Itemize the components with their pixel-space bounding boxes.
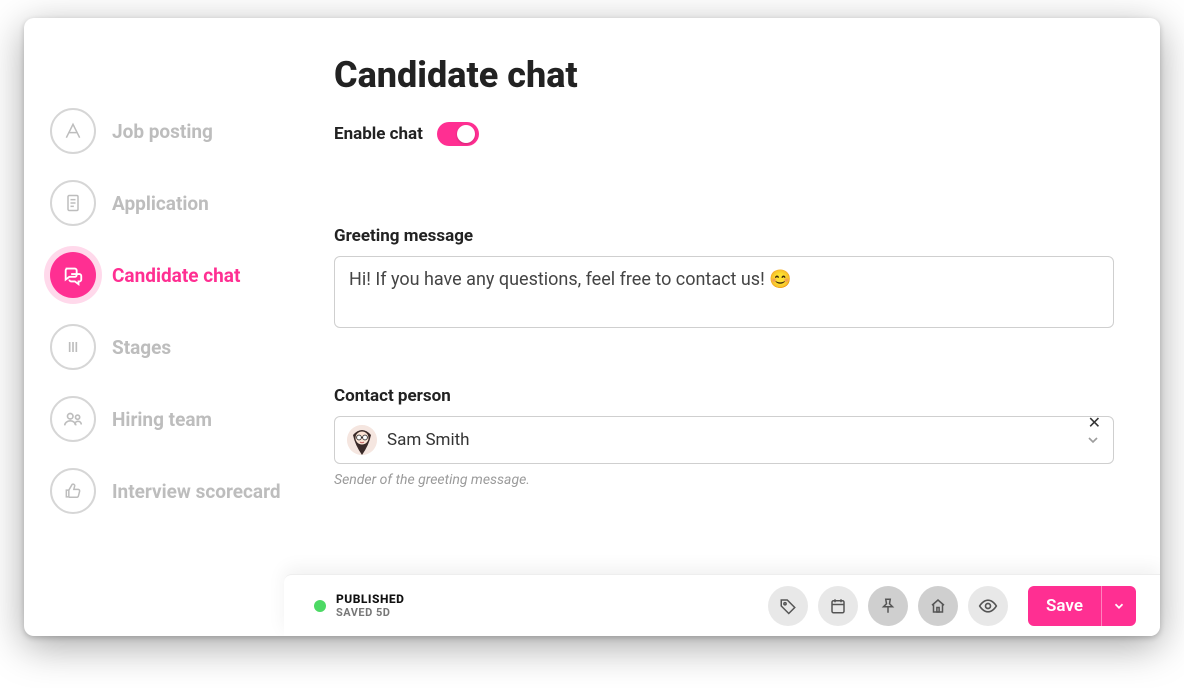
save-button-group: Save: [1028, 586, 1136, 626]
tag-icon: [779, 597, 797, 615]
columns-icon: [50, 324, 96, 370]
saved-label: SAVED 5D: [336, 606, 404, 619]
chevron-down-icon: [1112, 599, 1126, 613]
eye-icon: [978, 596, 998, 616]
pin-icon: [879, 597, 897, 615]
contact-person-name: Sam Smith: [387, 430, 470, 450]
sidebar-item-application[interactable]: Application: [50, 180, 324, 226]
save-dropdown-button[interactable]: [1101, 586, 1136, 626]
greeting-message-input[interactable]: Hi! If you have any questions, feel free…: [334, 256, 1114, 328]
house-button[interactable]: [918, 586, 958, 626]
sidebar-item-label: Job posting: [112, 120, 213, 143]
contact-clear-icon[interactable]: ✕: [1088, 415, 1101, 431]
contact-person-label: Contact person: [334, 386, 1114, 406]
greeting-message-label: Greeting message: [334, 226, 1114, 246]
sidebar-item-label: Candidate chat: [112, 264, 240, 287]
sidebar-item-label: Stages: [112, 336, 171, 359]
enable-chat-label: Enable chat: [334, 124, 423, 144]
footer-bar: PUBLISHED SAVED 5D: [284, 574, 1160, 636]
thumbs-up-icon: [50, 468, 96, 514]
house-icon: [929, 597, 947, 615]
enable-chat-row: Enable chat: [334, 122, 1114, 146]
sidebar-item-interview-scorecard[interactable]: Interview scorecard: [50, 468, 324, 514]
status-label: PUBLISHED: [336, 592, 404, 606]
app-window: Job posting Application Candidate chat S…: [24, 18, 1160, 636]
avatar: [347, 425, 377, 455]
main-content: Candidate chat Enable chat Greeting mess…: [324, 18, 1160, 636]
contact-person-helper: Sender of the greeting message.: [334, 472, 1114, 488]
status-dot: [314, 600, 326, 612]
sidebar-item-hiring-team[interactable]: Hiring team: [50, 396, 324, 442]
chat-icon: [50, 252, 96, 298]
save-button[interactable]: Save: [1028, 586, 1101, 626]
sidebar-item-candidate-chat[interactable]: Candidate chat: [50, 252, 324, 298]
letter-a-icon: [50, 108, 96, 154]
sidebar-item-job-posting[interactable]: Job posting: [50, 108, 324, 154]
sidebar-item-stages[interactable]: Stages: [50, 324, 324, 370]
sidebar-item-label: Interview scorecard: [112, 480, 281, 503]
contact-person-select[interactable]: Sam Smith ✕: [334, 416, 1114, 464]
people-icon: [50, 396, 96, 442]
tag-button[interactable]: [768, 586, 808, 626]
chevron-down-icon[interactable]: [1085, 432, 1101, 448]
sidebar-item-label: Hiring team: [112, 408, 212, 431]
calendar-icon: [829, 597, 847, 615]
status-column: PUBLISHED SAVED 5D: [336, 592, 404, 620]
page-title: Candidate chat: [334, 54, 1114, 96]
sidebar: Job posting Application Candidate chat S…: [24, 18, 324, 636]
enable-chat-toggle[interactable]: [437, 122, 479, 146]
document-icon: [50, 180, 96, 226]
sidebar-item-label: Application: [112, 192, 209, 215]
calendar-button[interactable]: [818, 586, 858, 626]
preview-button[interactable]: [968, 586, 1008, 626]
pin-button[interactable]: [868, 586, 908, 626]
